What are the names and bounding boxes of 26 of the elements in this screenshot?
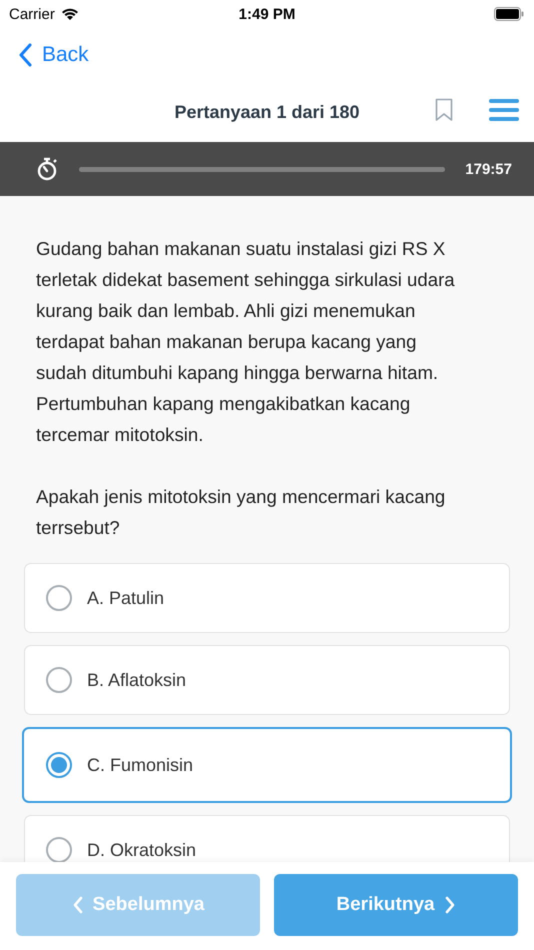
chevron-left-icon <box>18 43 32 67</box>
option-label: C. Fumonisin <box>87 754 194 776</box>
stopwatch-icon <box>37 157 59 181</box>
option-label: B. Aflatoksin <box>87 670 186 690</box>
answer-option[interactable]: B. Aflatoksin <box>24 645 510 715</box>
radio-button[interactable] <box>46 752 72 778</box>
menu-icon[interactable] <box>489 98 519 122</box>
question-text: Gudang bahan makanan suatu instalasi gizi RS X terletak didekat basement sehingga sirkulasi udara kurang baik dan lembab. Ahli gizi menemukan terdapat bahan makanan berupa kacang yang sudah ditumbuhi kapang hingga berwarna hitam. Pertumbuhan kapang mengakibatkan kacang tercemar mitotoksin. <box>35 237 456 447</box>
clock-time: 1:49 PM <box>238 6 296 22</box>
bookmark-icon[interactable] <box>435 98 453 122</box>
question-counter: Pertanyaan 1 dari 180 <box>174 102 360 122</box>
option-label: A. Patulin <box>87 588 164 608</box>
radio-button[interactable] <box>46 667 72 693</box>
answer-option[interactable]: D. Okratoksin <box>24 815 510 862</box>
radio-button[interactable] <box>46 585 72 611</box>
chevron-left-icon <box>72 896 83 914</box>
back-button[interactable]: Back <box>18 43 89 67</box>
option-label: D. Okratoksin <box>87 840 196 860</box>
time-remaining: 179:57 <box>465 160 512 178</box>
chevron-right-icon <box>444 896 456 914</box>
wifi-icon <box>60 7 80 21</box>
carrier-label: Carrier <box>9 6 55 22</box>
answer-option[interactable]: C. Fumonisin <box>22 727 512 803</box>
question-text: Apakah jenis mitotoksin yang mencermari kacang terrsebut? <box>35 485 446 540</box>
answer-option[interactable]: A. Patulin <box>24 563 510 633</box>
battery-icon <box>494 7 524 21</box>
